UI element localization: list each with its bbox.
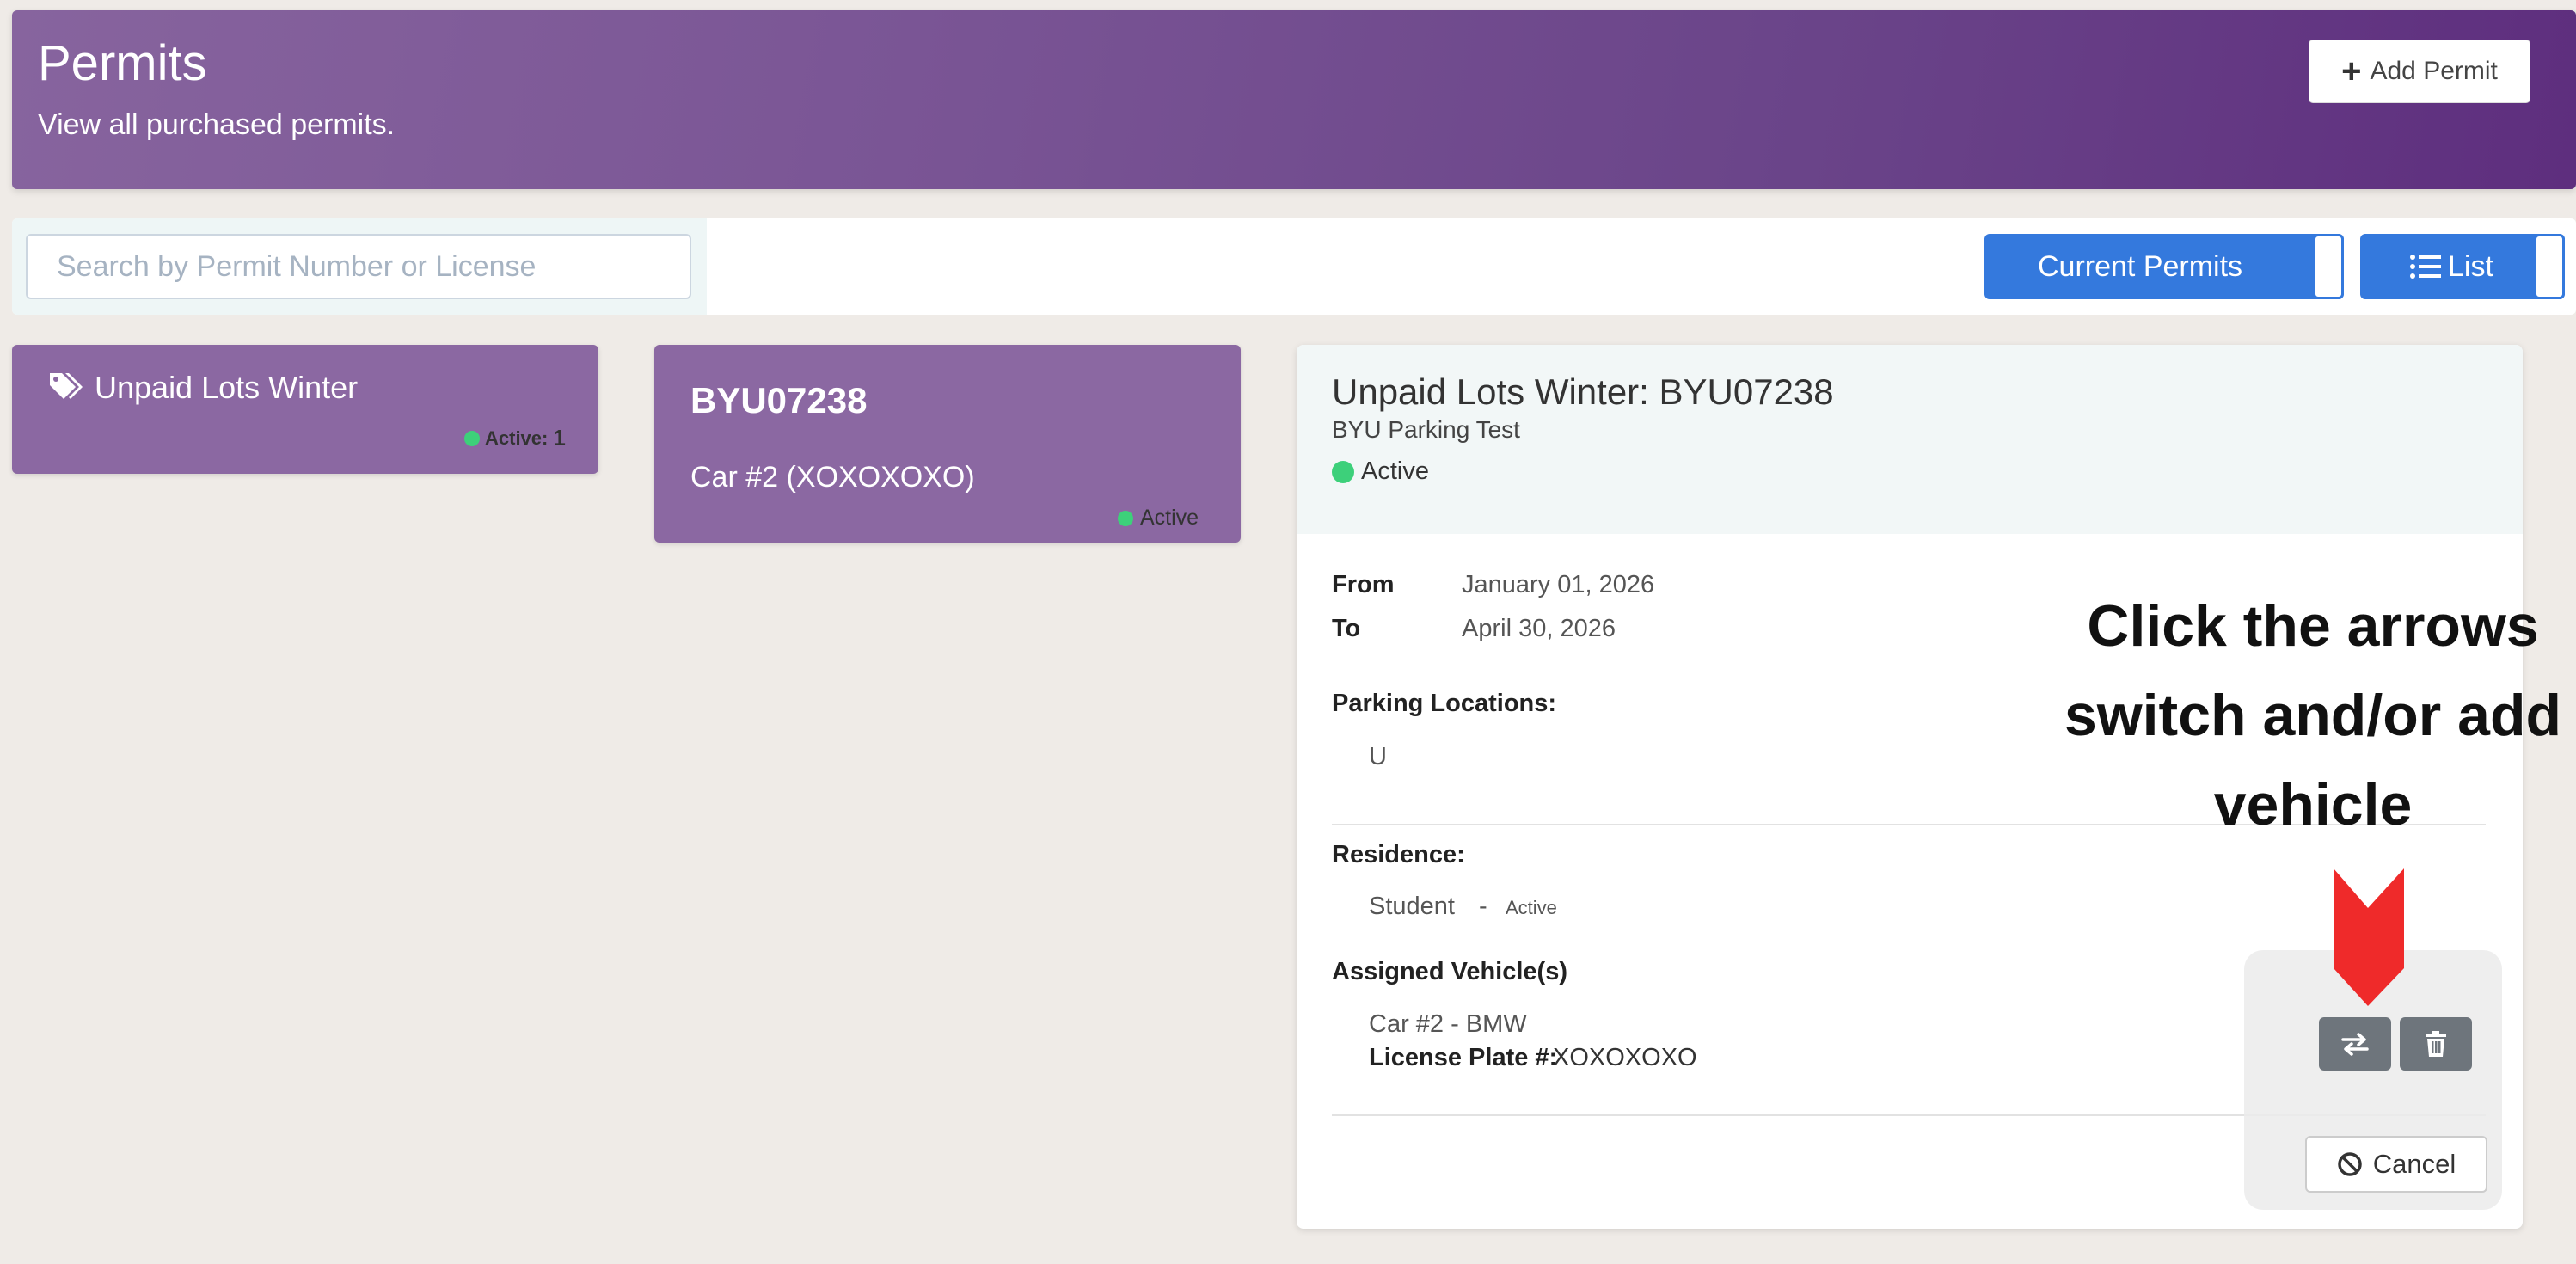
page-title: Permits [38, 35, 207, 91]
toggle-knob [2313, 234, 2344, 299]
annotation-line-3: vehicle [2213, 772, 2413, 838]
ban-icon [2338, 1152, 2362, 1176]
active-dot [1118, 510, 1133, 526]
from-value: January 01, 2026 [1462, 571, 1655, 598]
group-status-count: 1 [553, 425, 566, 451]
swap-arrows-icon [2341, 1033, 2369, 1056]
current-permits-toggle[interactable]: Current Permits [1984, 234, 2344, 299]
instruction-annotation: Click the arrows switch and/or add vehic… [2003, 581, 2576, 850]
page-header [12, 10, 2576, 189]
active-dot [1332, 460, 1354, 483]
detail-status-badge: Active [1332, 457, 1429, 486]
detail-status-label: Active [1361, 457, 1429, 485]
active-dot [464, 430, 480, 446]
trash-icon [2426, 1031, 2446, 1057]
add-permit-label: Add Permit [2370, 57, 2498, 85]
parking-locations-label: Parking Locations: [1332, 690, 1557, 717]
group-status-badge: Active: 1 [464, 425, 566, 451]
group-name: Unpaid Lots Winter [95, 370, 359, 405]
permit-group-card[interactable] [12, 345, 598, 474]
residence-label: Residence: [1332, 841, 1465, 868]
detail-title: Unpaid Lots Winter: BYU07238 [1332, 371, 1834, 412]
residence-value: Student [1369, 893, 1455, 920]
tags-icon [50, 373, 83, 399]
permit-vehicle: Car #2 (XOXOXOXO) [690, 461, 975, 494]
permit-status-badge: Active [1118, 506, 1199, 531]
annotation-line-2: switch and/or add [2064, 683, 2562, 748]
plus-icon: + [2341, 52, 2362, 90]
list-view-toggle[interactable]: List [2360, 234, 2565, 299]
permit-number: BYU07238 [690, 380, 868, 420]
assigned-vehicles-label: Assigned Vehicle(s) [1332, 958, 1567, 985]
residence-separator: - [1479, 893, 1487, 920]
search-input[interactable] [26, 234, 691, 299]
permit-status-label: Active [1140, 506, 1199, 530]
page-subtitle: View all purchased permits. [38, 108, 396, 141]
license-plate-label: License Plate #: [1369, 1044, 1558, 1071]
cancel-permit-button[interactable]: Cancel [2305, 1136, 2487, 1193]
license-plate-value: XOXOXOXO [1553, 1044, 1697, 1071]
detail-lot: BYU Parking Test [1332, 416, 1520, 443]
down-arrow-icon [2334, 868, 2404, 1006]
current-permits-label: Current Permits [2038, 249, 2243, 283]
group-status-label: Active: [485, 426, 549, 449]
residence-status: Active [1506, 897, 1557, 918]
to-value: April 30, 2026 [1462, 615, 1616, 642]
cancel-label: Cancel [2372, 1149, 2456, 1179]
from-label: From [1332, 571, 1395, 598]
list-icon [2410, 255, 2441, 279]
to-label: To [1332, 615, 1361, 642]
list-label: List [2448, 249, 2493, 283]
switch-vehicle-button[interactable] [2319, 1017, 2391, 1071]
toggle-knob [2534, 234, 2565, 299]
vehicle-name: Car #2 - BMW [1369, 1010, 1527, 1038]
delete-vehicle-button[interactable] [2400, 1017, 2472, 1071]
annotation-line-1: Click the arrows [2087, 593, 2539, 659]
add-permit-button[interactable]: + Add Permit [2309, 40, 2530, 103]
parking-location-value: U [1369, 743, 1387, 770]
